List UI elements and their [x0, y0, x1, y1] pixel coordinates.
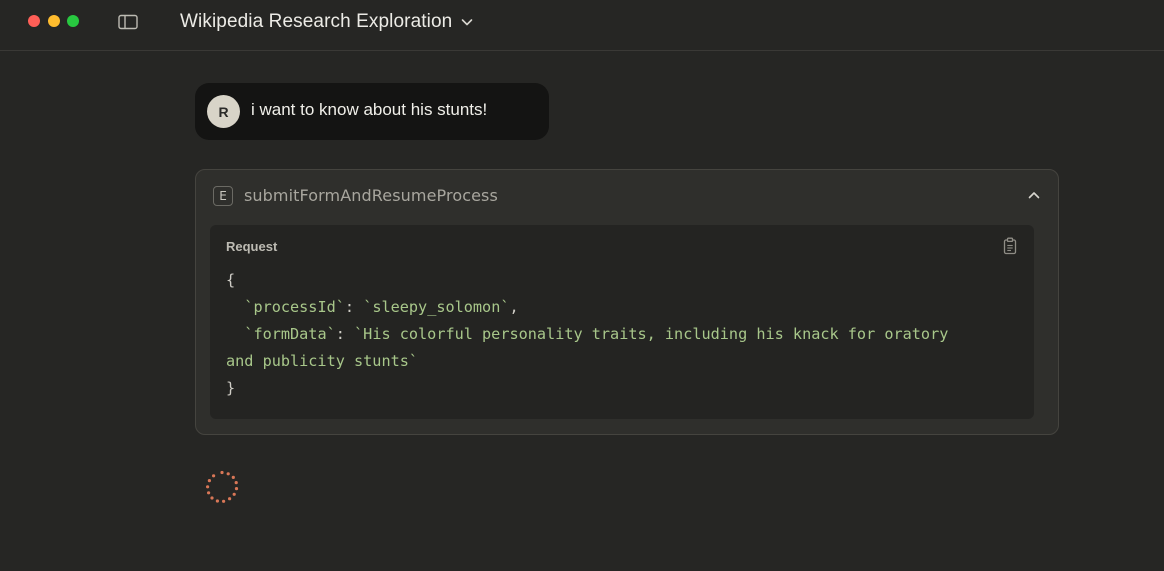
tool-name: submitFormAndResumeProcess [244, 186, 498, 205]
code-line: `formData`: `His colorful personality tr… [244, 325, 949, 343]
code-open-brace: { [226, 271, 236, 289]
tool-call-header[interactable]: E submitFormAndResumeProcess [196, 170, 1058, 222]
conversation-title-menu[interactable]: Wikipedia Research Exploration [180, 9, 474, 35]
code-line: `processId`: `sleepy_solomon`, [244, 298, 519, 316]
chevron-down-icon [461, 19, 473, 26]
tool-call-card: E submitFormAndResumeProcess Request { `… [195, 169, 1059, 435]
form-data-value-line2: and publicity stunts` [226, 352, 419, 370]
form-data-value-line1: `His colorful personality traits, includ… [354, 325, 949, 343]
avatar: R [207, 95, 240, 128]
zoom-window-button[interactable] [67, 15, 79, 27]
code-line: } [226, 375, 1016, 402]
spinner-icon [206, 470, 239, 503]
tool-badge: E [213, 186, 233, 206]
close-window-button[interactable] [28, 15, 40, 27]
form-data-key: `formData` [244, 325, 336, 343]
request-label: Request [226, 239, 278, 254]
sidebar-icon[interactable] [118, 14, 138, 30]
chevron-up-icon[interactable] [1027, 188, 1041, 202]
request-code: { `processId`: `sleepy_solomon`, `formDa… [226, 267, 1016, 402]
conversation-title: Wikipedia Research Exploration [180, 11, 453, 32]
window-titlebar: Wikipedia Research Exploration [0, 0, 1164, 51]
user-message: R i want to know about his stunts! [195, 83, 549, 140]
minimize-window-button[interactable] [48, 15, 60, 27]
code-close-brace: } [226, 379, 236, 397]
user-message-text: i want to know about his stunts! [251, 100, 488, 119]
code-line: and publicity stunts` [226, 348, 1016, 375]
process-id-value: `sleepy_solomon` [363, 298, 510, 316]
code-line: { [226, 267, 1016, 294]
clipboard-icon[interactable] [1003, 237, 1017, 255]
request-panel: Request { `processId`: `sleepy_solomon`,… [210, 225, 1034, 419]
process-id-key: `processId` [244, 298, 345, 316]
